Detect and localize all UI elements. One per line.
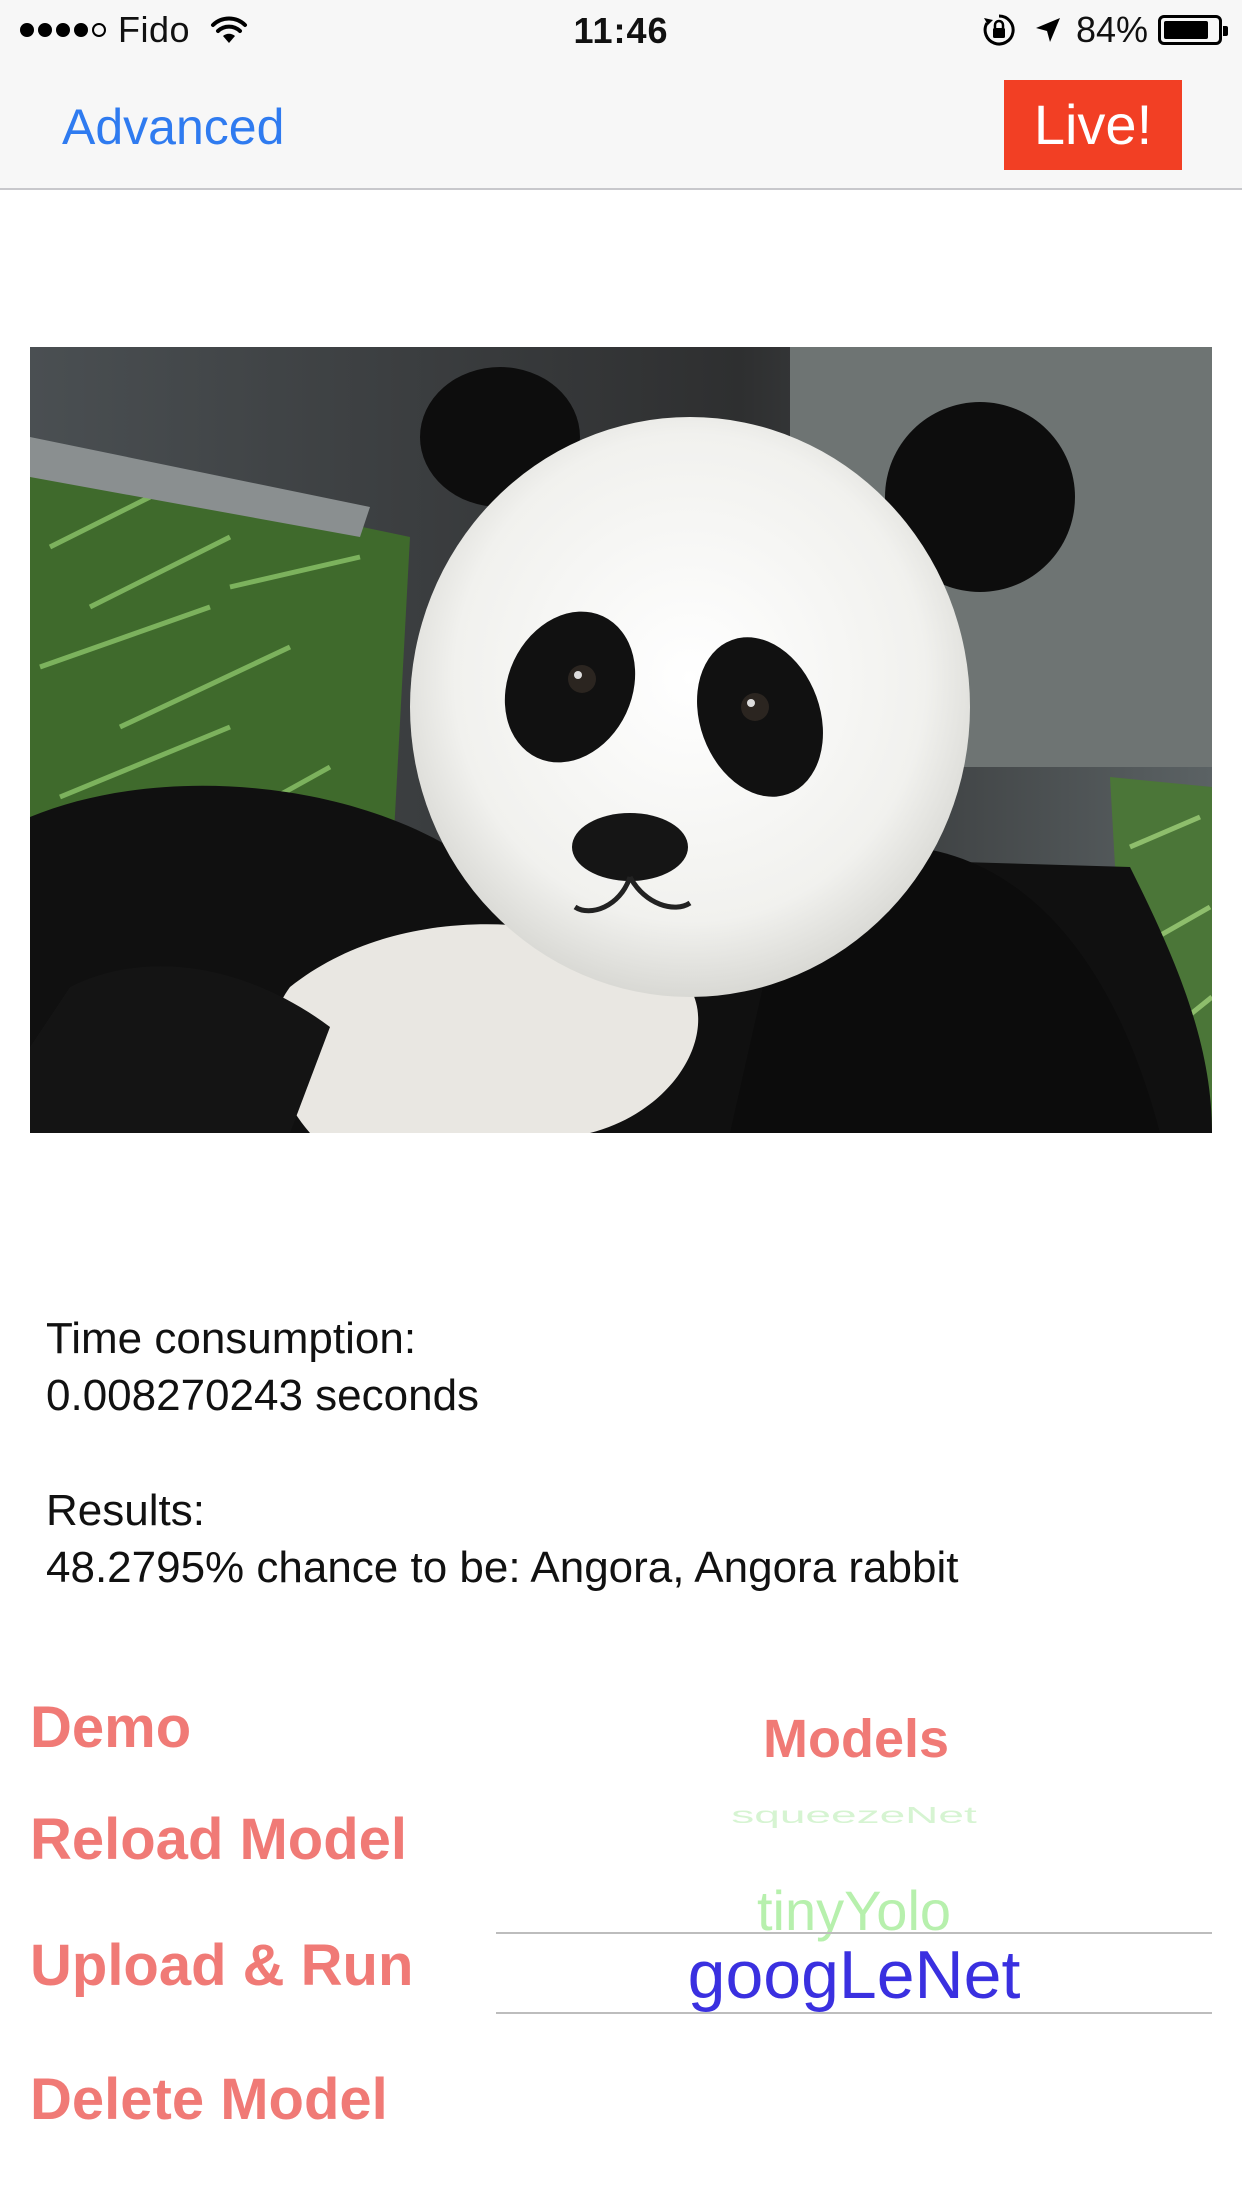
demo-button[interactable]: Demo — [30, 1694, 191, 1761]
panda-photo — [30, 347, 1212, 1133]
status-bar: Fido 11:46 84% — [0, 0, 1242, 60]
models-title: Models — [762, 1709, 950, 1769]
advanced-button[interactable]: Advanced — [62, 98, 284, 156]
picker-item-googlenet[interactable]: googLeNet — [496, 1936, 1212, 2014]
battery-fill — [1164, 21, 1208, 39]
results-label: Results: — [46, 1486, 205, 1535]
time-consumption-label: Time consumption: — [46, 1314, 417, 1363]
reload-model-button[interactable]: Reload Model — [30, 1806, 407, 1873]
time-consumption-value: 0.008270243 seconds — [46, 1371, 480, 1420]
model-picker[interactable]: squeezeNet tinyYolo googLeNet — [496, 1800, 1212, 2100]
time-consumption-block: Time consumption: 0.008270243 seconds — [46, 1310, 479, 1424]
battery-icon — [1158, 15, 1228, 45]
live-button[interactable]: Live! — [1004, 80, 1182, 170]
navigation-bar: Advanced Live! — [0, 60, 1242, 190]
rotation-lock-icon — [983, 14, 1015, 46]
battery-percent: 84% — [1075, 9, 1148, 50]
results-block: Results: 48.2795% chance to be: Angora, … — [46, 1482, 958, 1596]
results-value: 48.2795% chance to be: Angora, Angora ra… — [46, 1543, 959, 1592]
upload-and-run-button[interactable]: Upload & Run — [30, 1932, 413, 1999]
picker-selection-top-line — [496, 1932, 1212, 1934]
picker-selection-bottom-line — [496, 2012, 1212, 2014]
status-right: 84% — [982, 9, 1228, 50]
location-arrow-icon — [1035, 18, 1060, 42]
delete-model-button[interactable]: Delete Model — [30, 2066, 388, 2133]
picker-item-squeezenet[interactable]: squeezeNet — [496, 1802, 1212, 1829]
